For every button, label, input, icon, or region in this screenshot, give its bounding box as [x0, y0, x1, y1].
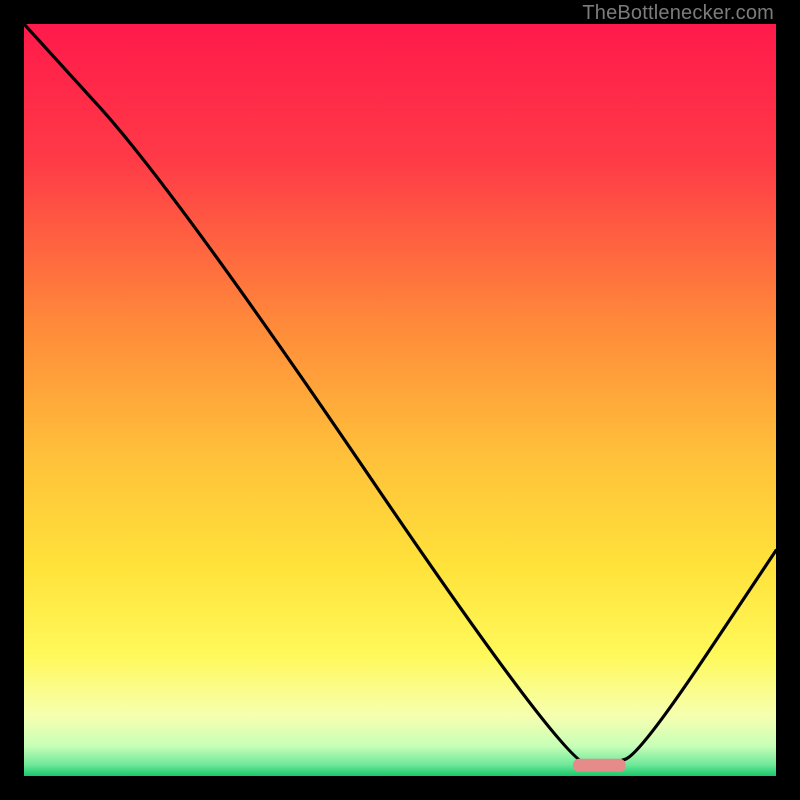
attribution-text: TheBottlenecker.com [582, 2, 774, 25]
gradient-background [24, 24, 776, 776]
chart-svg [24, 24, 776, 776]
chart-frame: TheBottlenecker.com [0, 0, 800, 800]
optimal-range-marker [573, 759, 626, 772]
plot-area [24, 24, 776, 776]
